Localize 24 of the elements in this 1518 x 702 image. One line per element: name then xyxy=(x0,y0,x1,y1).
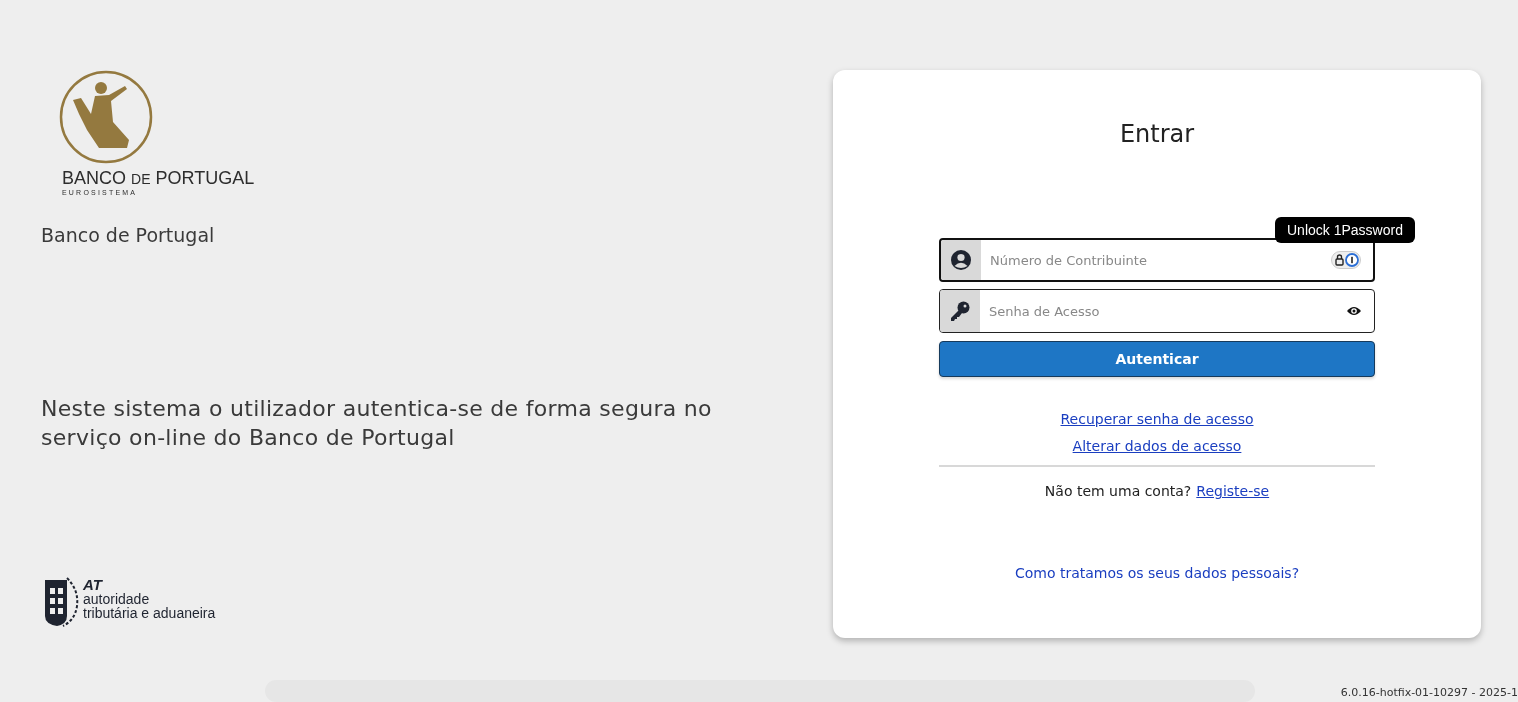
tooltip: Unlock 1Password xyxy=(1275,217,1415,243)
link[interactable]: Recuperar senha de acesso xyxy=(1060,411,1254,427)
link[interactable]: Alterar dados de acesso xyxy=(1072,438,1242,454)
privacy-link[interactable]: Como tratamos os seus dados pessoais? xyxy=(1014,565,1300,581)
eye-icon[interactable] xyxy=(1346,305,1362,317)
brand-title: Banco de Portugal xyxy=(41,224,215,246)
input-field[interactable]: Senha de Acesso xyxy=(980,303,1346,319)
intro-text: Neste sistema o utilizador autentica-se de forma segura no serviço on-line do Banco de Portugal xyxy=(41,395,713,452)
card-title: Entrar xyxy=(1119,120,1195,148)
version-text: 6.0.16-hotfix-01-10297 - 2025-1 xyxy=(1340,686,1518,699)
logo-wordmark: BANCO DE PORTUGAL xyxy=(62,168,255,189)
key-icon xyxy=(949,300,971,322)
shield-icon xyxy=(43,576,79,628)
password-manager-icon[interactable] xyxy=(1331,251,1361,269)
input-field[interactable]: Número de Contribuinte xyxy=(981,252,1331,268)
signup-link[interactable]: Registe-se xyxy=(1196,483,1270,499)
user-icon xyxy=(950,249,972,271)
logo-line: tributária e aduaneira xyxy=(83,606,216,620)
logo-abbreviation: AT xyxy=(83,578,102,592)
text-field[interactable]: Senha de Acesso xyxy=(939,289,1375,333)
signup-prompt: Não tem uma conta? xyxy=(1044,483,1192,499)
emblem-icon xyxy=(59,70,153,164)
logo-line: autoridade xyxy=(83,592,150,606)
submit-button[interactable]: Autenticar xyxy=(939,341,1375,377)
